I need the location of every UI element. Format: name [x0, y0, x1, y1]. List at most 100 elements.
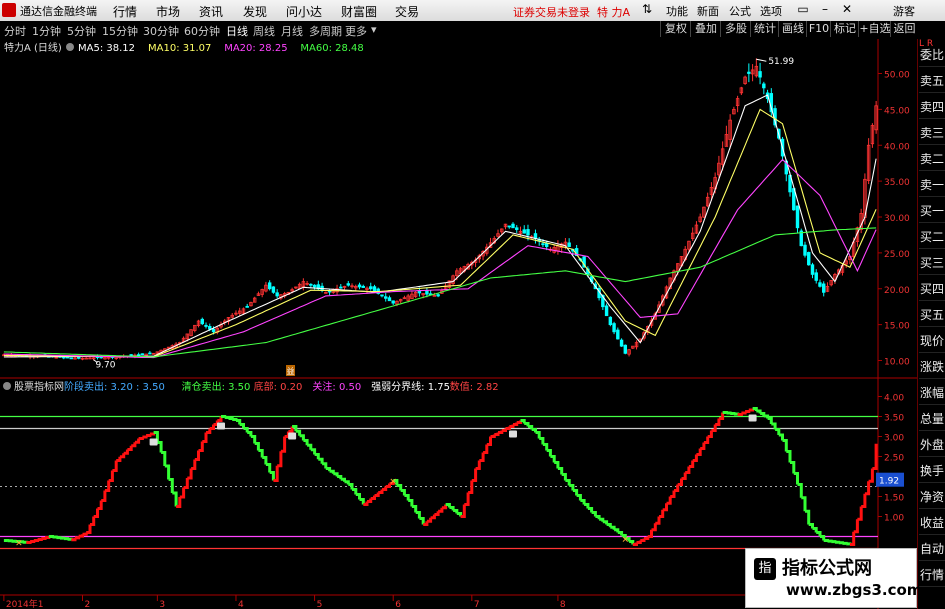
candle-body: [211, 328, 216, 333]
candle-body: [567, 242, 571, 247]
quote-field-8[interactable]: 买三: [919, 253, 945, 275]
candle-body: [515, 227, 519, 230]
price-tick-label: 50.00: [884, 71, 910, 81]
sort-icon[interactable]: ⇅: [640, 2, 654, 17]
quote-field-13[interactable]: 涨幅: [919, 383, 945, 405]
quote-field-16[interactable]: 换手: [919, 461, 945, 483]
toolbar-multi-stock[interactable]: 多股: [720, 21, 751, 37]
quote-field-17[interactable]: 净资: [919, 487, 945, 509]
toolbar-overlay[interactable]: 叠加: [690, 21, 721, 37]
candle-body: [327, 290, 332, 293]
quote-field-19[interactable]: 自动: [919, 539, 945, 561]
candle-body: [511, 223, 515, 229]
close-icon[interactable]: ✕: [840, 2, 854, 17]
indicator-step: [730, 412, 736, 415]
quote-field-20[interactable]: 行情: [919, 565, 945, 587]
indicator-tick-label: 4.00: [884, 394, 904, 404]
time-tick-label: 6: [395, 600, 401, 609]
menu-item-trade[interactable]: 交易: [395, 3, 419, 20]
quote-field-2[interactable]: 卖四: [919, 97, 945, 119]
menu-new-page[interactable]: 新面: [697, 3, 719, 19]
quote-field-11[interactable]: 现价: [919, 331, 945, 353]
menu-item-wealth[interactable]: 财富圈: [341, 3, 377, 20]
period-daily[interactable]: 日线: [226, 23, 248, 39]
window-toggle-icon[interactable]: ▭: [796, 2, 810, 17]
settings-icon[interactable]: [66, 43, 74, 51]
buy-signal-icon: ✕: [622, 536, 630, 546]
toolbar-stats[interactable]: 统计: [750, 21, 779, 37]
menu-formula[interactable]: 公式: [729, 3, 751, 19]
indicator-step: [63, 537, 69, 541]
quote-field-7[interactable]: 买二: [919, 227, 945, 249]
time-tick-label: 2014年1: [6, 598, 44, 609]
quote-field-3[interactable]: 卖三: [919, 123, 945, 145]
ma-label-3: MA20: 28.25: [224, 43, 287, 54]
toolbar-f10[interactable]: F10: [806, 21, 831, 37]
toolbar-draw[interactable]: 画线: [778, 21, 807, 37]
indicator-step: [146, 434, 152, 437]
period-weekly[interactable]: 周线: [253, 23, 275, 39]
watermark-logo: 指: [754, 558, 776, 580]
minimize-icon[interactable]: –: [818, 2, 832, 17]
menu-item-discover[interactable]: 发现: [243, 3, 267, 20]
sell-signal-icon: [748, 414, 757, 422]
period-60min[interactable]: 60分钟: [184, 23, 220, 39]
quote-field-15[interactable]: 外盘: [919, 435, 945, 457]
indicator-step: [722, 411, 728, 414]
quote-field-9[interactable]: 买四: [919, 279, 945, 301]
candle-body: [309, 283, 313, 286]
period-30min[interactable]: 30分钟: [143, 23, 179, 39]
candle-body: [99, 356, 103, 359]
menu-item-news[interactable]: 资讯: [199, 3, 223, 20]
candle-body: [425, 290, 429, 295]
indicator-step: [823, 539, 829, 542]
quote-field-5[interactable]: 卖一: [919, 175, 945, 197]
kline-chart: 特力A (日线) MA5: 38.12 MA10: 31.07 MA20: 28.25…: [0, 39, 917, 609]
period-bar: 分时 1分钟 5分钟 15分钟 30分钟 60分钟 日线 周线 月线 多周期 更…: [0, 21, 945, 40]
toolbar-adjust[interactable]: 复权: [660, 21, 691, 37]
guest-button[interactable]: 游客: [893, 3, 915, 19]
login-status[interactable]: 证券交易未登录 特 力A: [513, 4, 630, 20]
candle-body: [200, 318, 204, 325]
chevron-down-icon[interactable]: ▾: [371, 23, 377, 36]
indicator-label-1: 阶段卖出: 3.20: [64, 380, 133, 393]
period-1min[interactable]: 1分钟: [32, 23, 61, 39]
quote-field-0[interactable]: 委比: [919, 45, 945, 67]
quote-field-18[interactable]: 收益: [919, 513, 945, 535]
toolbar-back[interactable]: 返回: [890, 21, 918, 37]
indicator-step: [56, 536, 62, 540]
sell-signal-icon: [217, 422, 225, 430]
menu-functions[interactable]: 功能: [666, 3, 688, 19]
period-multi[interactable]: 多周期: [309, 23, 342, 39]
indicator-step: [224, 416, 230, 419]
menu-options[interactable]: 选项: [760, 3, 782, 19]
indicator-settings-icon[interactable]: [3, 382, 11, 390]
buy-signal-icon: ✕: [389, 478, 397, 488]
quote-field-6[interactable]: 买一: [919, 201, 945, 223]
menu-item-ask[interactable]: 问小达: [286, 3, 322, 20]
watermark-url: www.zbgs3.com: [786, 581, 923, 599]
candle-body: [747, 71, 751, 74]
toolbar-add-watchlist[interactable]: +自选: [858, 21, 891, 37]
price-tick-label: 20.00: [884, 286, 910, 296]
time-tick-label: 2: [84, 600, 90, 609]
toolbar-mark[interactable]: 标记: [830, 21, 859, 37]
quote-field-14[interactable]: 总量: [919, 409, 945, 431]
menu-item-quotes[interactable]: 行情: [113, 3, 137, 20]
quote-field-1[interactable]: 卖五: [919, 71, 945, 93]
indicator-step: [831, 540, 837, 544]
candle-body: [140, 353, 145, 356]
period-15min[interactable]: 15分钟: [102, 23, 138, 39]
price-tick-label: 10.00: [884, 358, 910, 368]
quote-field-10[interactable]: 买五: [919, 305, 945, 327]
quote-field-4[interactable]: 卖二: [919, 149, 945, 171]
event-marker-label: 益: [287, 366, 295, 376]
period-more[interactable]: 更多: [345, 23, 367, 39]
menu-item-market[interactable]: 市场: [156, 3, 180, 20]
candle-body: [619, 339, 624, 347]
period-tick[interactable]: 分时: [4, 23, 26, 39]
quote-field-12[interactable]: 涨跌: [919, 357, 945, 379]
period-5min[interactable]: 5分钟: [67, 23, 96, 39]
period-monthly[interactable]: 月线: [281, 23, 303, 39]
candle-body: [417, 290, 422, 294]
